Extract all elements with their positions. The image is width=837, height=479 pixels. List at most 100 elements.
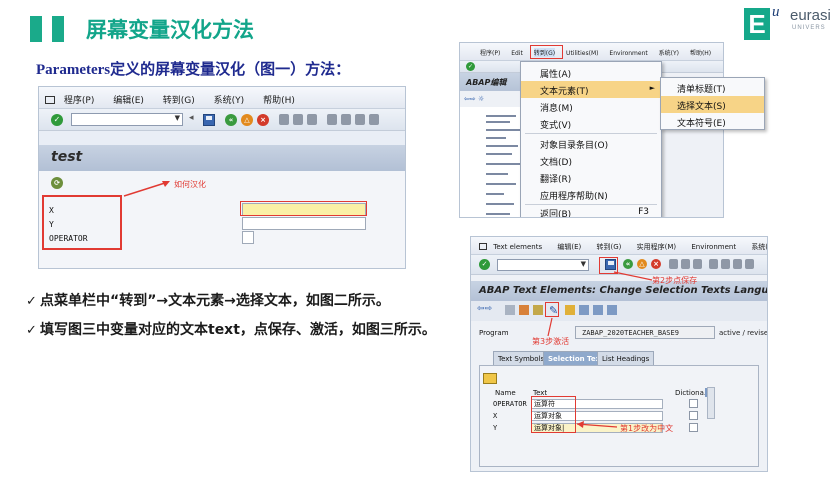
menu-goto[interactable]: 转到(G) xyxy=(597,242,622,252)
last-page-icon[interactable] xyxy=(369,114,379,125)
execute-icon[interactable]: ⟳ xyxy=(51,177,63,189)
exit-icon[interactable]: △ xyxy=(241,114,253,126)
university-logo: E u eurasi UNIVERS xyxy=(744,4,837,46)
annotation-text-how: 如何汉化 xyxy=(174,180,206,189)
window-menu-icon[interactable] xyxy=(45,96,55,104)
test-icon[interactable] xyxy=(565,305,575,315)
first-page-icon[interactable] xyxy=(327,114,337,125)
menu-bar: 程序(P) Edit 转到(G) Utilities(M) Environmen… xyxy=(460,43,723,61)
other-object-icon[interactable] xyxy=(505,305,515,315)
submenu-arrow-icon: ► xyxy=(649,84,655,92)
table-settings-icon[interactable] xyxy=(483,373,497,384)
last-page-icon[interactable] xyxy=(745,259,754,269)
command-field[interactable]: ▼ xyxy=(497,259,589,271)
first-page-icon[interactable] xyxy=(709,259,718,269)
logo-name: eurasi xyxy=(790,7,831,24)
nav-arrows-icon[interactable]: ⇦⇨ ☼ xyxy=(464,95,484,103)
menu-utilities[interactable]: Utilities(M) xyxy=(566,50,598,57)
menu-help[interactable]: 帮助(H) xyxy=(690,48,711,57)
column-header-name: Name xyxy=(495,389,516,397)
history-arrow-icon[interactable]: ◂ xyxy=(189,113,194,123)
menu-item-translation[interactable]: 翻译(R) xyxy=(521,169,661,186)
menu-system[interactable]: 系统(Y) xyxy=(659,48,679,57)
sap-window-figure-2: 程序(P) Edit 转到(G) Utilities(M) Environmen… xyxy=(459,42,724,218)
previous-page-icon[interactable] xyxy=(721,259,730,269)
menu-program[interactable]: 程序(P) xyxy=(64,93,94,106)
submenu-item-text-symbols[interactable]: 文本符号(E) xyxy=(661,113,764,130)
menu-item-back[interactable]: 返回(B) F3 xyxy=(521,204,661,217)
menu-program[interactable]: 程序(P) xyxy=(480,48,500,57)
tab-text-symbols[interactable]: Text Symbols xyxy=(493,351,550,365)
bullet-text-2: 填写图三中变量对应的文本text，点保存、激活，如图三所示。 xyxy=(40,322,436,338)
submenu-item-list-headings[interactable]: 清单标题(T) xyxy=(661,79,764,96)
layout-icon[interactable] xyxy=(607,305,617,315)
enter-check-icon[interactable]: ✓ xyxy=(479,259,490,270)
next-page-icon[interactable] xyxy=(355,114,365,125)
print-icon[interactable] xyxy=(279,114,289,125)
annotation-arrow-activate xyxy=(547,317,553,337)
back-icon[interactable]: « xyxy=(225,114,237,126)
menu-goto[interactable]: 转到(G) xyxy=(163,93,195,106)
menu-utilities[interactable]: 实用程序(M) xyxy=(637,242,677,252)
menu-edit[interactable]: Edit xyxy=(511,50,523,57)
where-used-icon[interactable] xyxy=(579,305,589,315)
goto-dropdown-menu: 属性(A) 文本元素(T) ► 消息(M) 变式(V) 对象目录条目(O) 文档(… xyxy=(520,61,662,217)
find-icon[interactable] xyxy=(293,114,303,125)
submenu-item-selection-texts[interactable]: 选择文本(S) xyxy=(661,96,764,113)
menu-item-messages[interactable]: 消息(M) xyxy=(521,98,661,115)
menu-item-variants[interactable]: 变式(V) xyxy=(521,115,661,132)
menu-item-documentation[interactable]: 文档(D) xyxy=(521,152,661,169)
param-input-operator[interactable] xyxy=(242,231,254,244)
menu-edit[interactable]: 编辑(E) xyxy=(557,242,581,252)
check-object-icon[interactable] xyxy=(519,305,529,315)
menu-text-elements[interactable]: Text elements xyxy=(493,243,542,251)
menu-help[interactable]: 帮助(H) xyxy=(263,93,295,106)
row-dictionary-checkbox-x[interactable] xyxy=(689,411,698,420)
previous-page-icon[interactable] xyxy=(341,114,351,125)
menu-edit[interactable]: 编辑(E) xyxy=(113,93,144,106)
print-icon[interactable] xyxy=(669,259,678,269)
annotation-text-edit: 第1步改为中文 xyxy=(620,424,674,433)
chevron-down-icon[interactable]: ▼ xyxy=(581,260,586,268)
menu-environment[interactable]: Environment xyxy=(691,243,736,251)
menu-system[interactable]: 系统(Y) xyxy=(751,242,767,252)
bullet-text-1: 点菜单栏中“转到”→文本元素→选择文本，如图二所示。 xyxy=(40,293,390,309)
back-icon[interactable]: « xyxy=(623,259,633,269)
menu-item-text-elements[interactable]: 文本元素(T) ► xyxy=(521,81,661,98)
save-icon[interactable] xyxy=(203,114,215,126)
menu-item-application-help[interactable]: 应用程序帮助(N) xyxy=(521,186,661,203)
find-icon[interactable] xyxy=(681,259,690,269)
exit-icon[interactable]: △ xyxy=(637,259,647,269)
application-toolbar: ⇦⇨ ✎ xyxy=(471,301,767,321)
menu-item-attributes[interactable]: 属性(A) xyxy=(521,64,661,81)
display-icon[interactable] xyxy=(593,305,603,315)
screen-title: ABAP编辑 xyxy=(460,73,528,91)
title-decoration xyxy=(30,16,66,42)
cancel-icon[interactable]: × xyxy=(257,114,269,126)
program-field: ZABAP_2020TEACHER_BASE9 xyxy=(575,326,715,339)
annotation-arrow-fig1 xyxy=(123,181,170,197)
row-dictionary-checkbox-y[interactable] xyxy=(689,423,698,432)
enter-check-icon[interactable]: ✓ xyxy=(51,114,63,126)
param-input-y[interactable] xyxy=(242,217,366,230)
find-next-icon[interactable] xyxy=(307,114,317,125)
text-elements-submenu: 清单标题(T) 选择文本(S) 文本符号(E) xyxy=(660,77,765,130)
slide-title: 屏幕变量汉化方法 xyxy=(86,18,254,42)
chevron-down-icon[interactable]: ▼ xyxy=(175,114,180,122)
menu-system[interactable]: 系统(Y) xyxy=(214,93,245,106)
tab-list-headings[interactable]: List Headings xyxy=(597,351,655,365)
cancel-icon[interactable]: × xyxy=(651,259,661,269)
row-dictionary-checkbox-operator[interactable] xyxy=(689,399,698,408)
table-scrollbar[interactable] xyxy=(707,387,715,419)
checkmark-icon: ✓ xyxy=(26,294,37,309)
enter-check-icon[interactable]: ✓ xyxy=(466,62,475,71)
find-next-icon[interactable] xyxy=(693,259,702,269)
menu-environment[interactable]: Environment xyxy=(609,50,647,57)
screen-title-bar: test xyxy=(39,145,405,171)
nav-arrows-icon[interactable]: ⇦⇨ xyxy=(477,304,492,314)
command-field[interactable]: ▼ xyxy=(71,113,183,126)
next-page-icon[interactable] xyxy=(733,259,742,269)
menu-item-object-directory[interactable]: 对象目录条目(O) xyxy=(521,135,661,152)
activate-icon[interactable] xyxy=(533,305,543,315)
window-menu-icon[interactable] xyxy=(479,243,487,250)
